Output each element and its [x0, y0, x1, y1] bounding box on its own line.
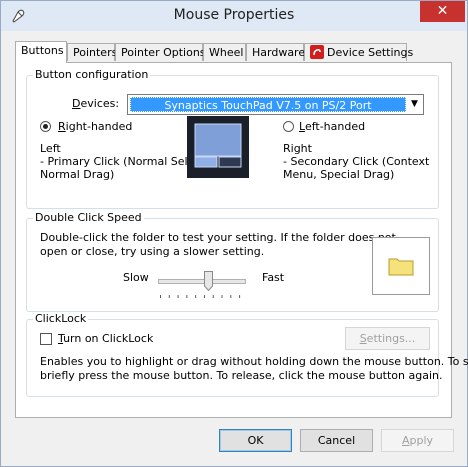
- window-title: Mouse Properties: [173, 7, 295, 23]
- clicklock-group: ClickLock Turn on ClickLock Settings... …: [26, 312, 468, 397]
- tab-label: Buttons: [21, 44, 64, 57]
- description-line: - Secondary Click (Context: [283, 155, 430, 168]
- mouse-properties-window: Mouse Properties ✕ Buttons Pointers Poin…: [0, 0, 468, 467]
- fast-label: Fast: [262, 271, 285, 284]
- right-handed-label[interactable]: Right-handed: [58, 120, 132, 133]
- description-line: Menu, Special Drag): [283, 168, 395, 181]
- group-title: ClickLock: [33, 312, 89, 325]
- test-folder-box[interactable]: [372, 237, 430, 295]
- clicklock-settings-button[interactable]: Settings...: [345, 327, 430, 350]
- apply-button[interactable]: Apply: [381, 429, 454, 452]
- description-line: Left: [40, 142, 61, 155]
- slider-ticks: [160, 295, 241, 298]
- tab-label: Device Settings: [327, 46, 414, 59]
- tab-label: Pointers: [73, 46, 118, 59]
- left-handed-label[interactable]: Left-handed: [299, 120, 365, 133]
- left-button-description: Left - Primary Click (Normal Select, Nor…: [40, 142, 208, 181]
- title-bar[interactable]: Mouse Properties ✕: [1, 1, 467, 31]
- tab-label: Hardware: [252, 46, 306, 59]
- tab-label: Wheel: [209, 46, 244, 59]
- tab-wheel[interactable]: Wheel: [203, 43, 246, 61]
- double-click-speed-slider-track[interactable]: [158, 279, 246, 284]
- devices-selected-value: Synaptics TouchPad V7.5 on PS/2 Port: [130, 97, 406, 112]
- clicklock-checkbox-label[interactable]: Turn on ClickLock: [58, 332, 153, 345]
- ok-button[interactable]: OK: [219, 429, 292, 452]
- close-button[interactable]: ✕: [420, 1, 465, 22]
- double-click-speed-slider-thumb[interactable]: [204, 271, 213, 291]
- description-line: Right: [283, 142, 312, 155]
- tab-label: Pointer Options: [121, 46, 206, 59]
- group-title: Double Click Speed: [33, 211, 144, 224]
- tab-pointers[interactable]: Pointers: [67, 43, 118, 61]
- tab-pointer-options[interactable]: Pointer Options: [115, 43, 206, 61]
- description-line: - Primary Click (Normal Select,: [40, 155, 209, 168]
- description-line: Enables you to highlight or drag without…: [40, 355, 468, 368]
- tab-device-settings[interactable]: Device Settings: [304, 43, 413, 61]
- instruction-line: open or close, try using a slower settin…: [40, 245, 265, 258]
- tab-buttons[interactable]: Buttons: [15, 41, 67, 63]
- double-click-speed-group: Double Click Speed Double-click the fold…: [26, 211, 439, 312]
- button-configuration-group: Button configuration Devices: Synaptics …: [26, 68, 439, 209]
- description-line: briefly press the mouse button. To relea…: [40, 369, 443, 382]
- cancel-button[interactable]: Cancel: [300, 429, 373, 452]
- clicklock-description: Enables you to highlight or drag without…: [40, 355, 468, 383]
- left-handed-radio[interactable]: [283, 121, 294, 132]
- tab-hardware[interactable]: Hardware: [246, 43, 306, 61]
- synaptics-logo-icon: [310, 45, 324, 59]
- double-click-instructions: Double-click the folder to test your set…: [40, 231, 396, 259]
- instruction-line: Double-click the folder to test your set…: [40, 231, 396, 244]
- clicklock-checkbox[interactable]: [40, 333, 52, 345]
- group-title: Button configuration: [33, 68, 151, 81]
- slow-label: Slow: [123, 271, 149, 284]
- chevron-down-icon[interactable]: ▼: [406, 95, 423, 114]
- right-button-description: Right - Secondary Click (Context Menu, S…: [283, 142, 429, 181]
- buttons-tab-panel: Button configuration Devices: Synaptics …: [15, 62, 468, 418]
- touchpad-icon: [187, 116, 249, 178]
- devices-dropdown[interactable]: Synaptics TouchPad V7.5 on PS/2 Port ▼: [127, 94, 424, 115]
- folder-icon[interactable]: [388, 256, 414, 276]
- right-handed-radio[interactable]: [40, 121, 51, 132]
- devices-label: Devices:: [72, 97, 120, 110]
- description-line: Normal Drag): [40, 168, 115, 181]
